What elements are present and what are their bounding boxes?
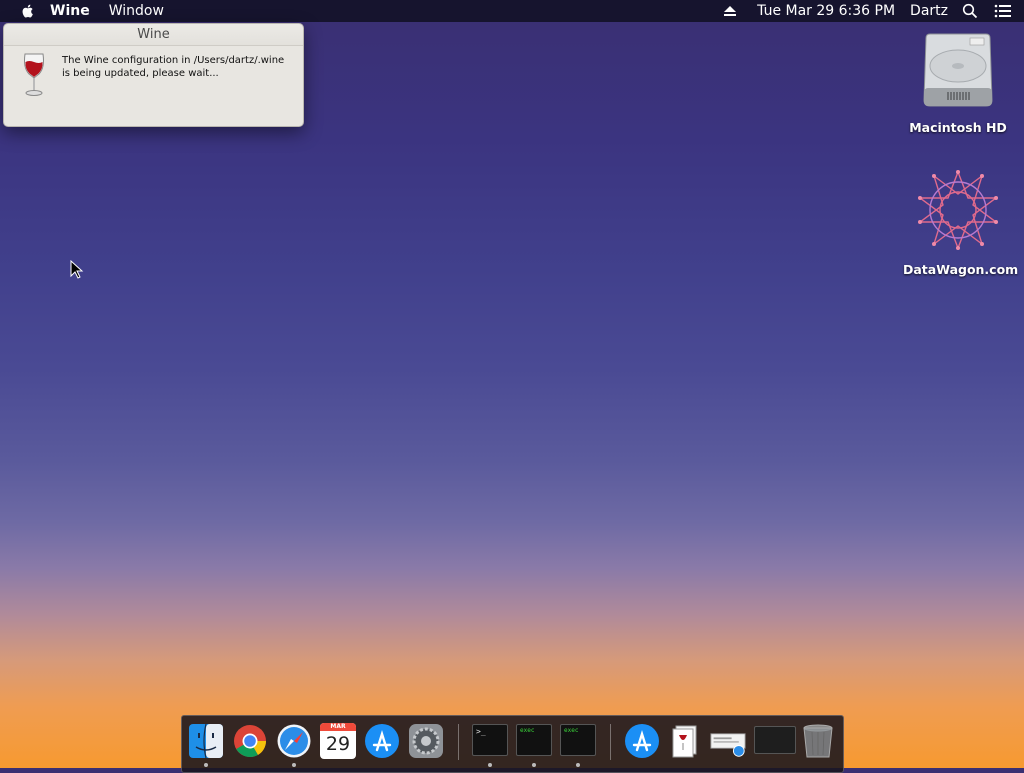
- exec-window-thumbnail-1[interactable]: exec: [516, 724, 552, 756]
- running-indicator: [488, 763, 492, 767]
- exec-window-thumbnail-2[interactable]: exec: [560, 724, 596, 756]
- dialog-message-line-2: is being updated, please wait...: [62, 68, 219, 79]
- desktop-icon-datawagon[interactable]: DataWagon.com: [903, 168, 1019, 277]
- trash-icon[interactable]: [800, 723, 836, 759]
- wine-documents-icon[interactable]: [668, 723, 704, 759]
- wine-update-dialog: Wine The Wine configuration in /Users/da…: [3, 23, 304, 127]
- notification-center-icon[interactable]: [994, 4, 1012, 18]
- downloads-stack-icon[interactable]: [710, 723, 746, 759]
- safari-icon[interactable]: [276, 723, 312, 759]
- app-store-folder-icon[interactable]: [624, 723, 660, 759]
- dialog-message-line-1: The Wine configuration in /Users/dartz/.…: [62, 55, 285, 66]
- dock: MAR 29 >_ exec exec: [181, 715, 844, 773]
- dock-separator: [610, 724, 611, 760]
- menu-window[interactable]: Window: [109, 3, 164, 19]
- mouse-cursor-icon: [70, 260, 84, 279]
- running-indicator: [292, 763, 296, 767]
- menubar-clock[interactable]: Tue Mar 29 6:36 PM: [757, 3, 895, 19]
- apple-icon[interactable]: [20, 3, 36, 19]
- menu-bar: Wine Window Tue Mar 29 6:36 PM Dartz: [0, 0, 1024, 22]
- wine-glass-icon: [24, 53, 44, 96]
- finder-icon[interactable]: [188, 723, 224, 759]
- hard-drive-icon: [923, 33, 993, 107]
- menubar-user[interactable]: Dartz: [910, 3, 948, 19]
- desktop-icon-macintosh-hd[interactable]: Macintosh HD: [903, 30, 1013, 135]
- desktop-icon-label: Macintosh HD: [909, 120, 1007, 135]
- desktop-icon-label: DataWagon.com: [903, 262, 1019, 277]
- menu-app-name[interactable]: Wine: [50, 3, 90, 19]
- running-indicator: [532, 763, 536, 767]
- minimized-window-thumbnail[interactable]: [754, 726, 796, 754]
- eject-icon[interactable]: [723, 5, 737, 17]
- dialog-title[interactable]: Wine: [4, 24, 303, 46]
- app-store-icon[interactable]: [364, 723, 400, 759]
- running-indicator: [576, 763, 580, 767]
- chrome-icon[interactable]: [232, 723, 268, 759]
- system-preferences-icon[interactable]: [408, 723, 444, 759]
- datawagon-star-icon: [917, 170, 999, 250]
- calendar-icon[interactable]: MAR 29: [320, 723, 356, 759]
- dock-separator: [458, 724, 459, 760]
- calendar-day: 29: [325, 733, 351, 755]
- calendar-month: MAR: [320, 723, 356, 731]
- running-indicator: [204, 763, 208, 767]
- terminal-window-thumbnail[interactable]: >_: [472, 724, 508, 756]
- spotlight-search-icon[interactable]: [962, 3, 978, 19]
- dialog-message: The Wine configuration in /Users/dartz/.…: [62, 54, 297, 80]
